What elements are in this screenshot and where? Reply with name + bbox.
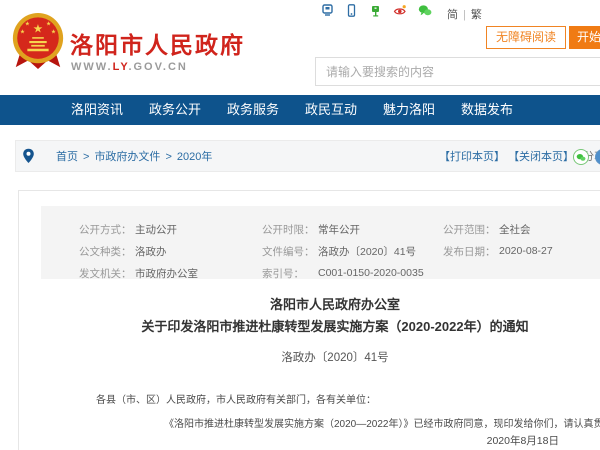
site-url: WWW.LY.GOV.CN — [71, 61, 188, 73]
svg-text:★: ★ — [20, 28, 25, 35]
close-page-button[interactable]: 【关闭本页】 — [508, 151, 574, 163]
site-url-gov: .GOV.CN — [128, 61, 188, 73]
meta-value: 常年公开 — [318, 223, 360, 236]
document-number: 洛政办〔2020〕41号 — [281, 352, 389, 364]
lang-divider: | — [463, 9, 467, 21]
nav-item-charming-luoyang[interactable]: 魅力洛阳 — [370, 95, 448, 125]
meta-label: 公开方式： — [79, 223, 132, 236]
breadcrumb-doc-folder[interactable]: 市政府办文件 — [94, 151, 160, 163]
lang-simplified[interactable]: 简 — [447, 9, 459, 21]
meta-publish-date: 发布日期： 2020-08-27 — [443, 240, 600, 262]
meta-value: 2020-08-27 — [499, 245, 553, 257]
meta-label: 发文机关： — [79, 267, 132, 280]
nav-item-luoyang-news[interactable]: 洛阳资讯 — [58, 95, 136, 125]
meta-issuing-agency: 发文机关： 市政府办公室 — [79, 262, 262, 284]
breadcrumb-separator: > — [165, 151, 172, 163]
print-page-button[interactable]: 【打印本页】 — [439, 151, 505, 163]
meta-label: 公文种类： — [79, 245, 132, 258]
site-url-ly: LY — [112, 61, 129, 73]
client-icon[interactable] — [321, 4, 334, 17]
meta-value: 洛政办 — [135, 245, 167, 258]
national-emblem-logo: ★ ★ ★ ★ ★ — [9, 11, 67, 71]
meta-document-number: 文件编号： 洛政办〔2020〕41号 — [262, 240, 443, 262]
svg-text:★: ★ — [33, 22, 43, 35]
nav-item-interaction[interactable]: 政民互动 — [292, 95, 370, 125]
meta-value: C001-0150-2020-0035 — [318, 267, 424, 279]
search-input[interactable] — [315, 57, 600, 86]
meta-label: 公开范围： — [443, 223, 496, 236]
meta-value: 洛政办〔2020〕41号 — [318, 245, 417, 258]
wechat-share-icon[interactable] — [573, 149, 589, 165]
svg-text:★: ★ — [51, 28, 56, 35]
meta-label: 文件编号： — [262, 245, 315, 258]
site-url-www: WWW. — [71, 61, 113, 73]
mailbox-icon[interactable] — [369, 4, 382, 17]
meta-index-number: 索引号： C001-0150-2020-0035 — [262, 262, 443, 284]
document-meta-table: 公开方式： 主动公开 公开时限： 常年公开 公开范围： 全社会 公文种类： 洛政办 文件… — [41, 206, 600, 280]
wechat-icon[interactable] — [418, 4, 432, 17]
breadcrumb-home[interactable]: 首页 — [56, 151, 78, 163]
location-pin-icon — [22, 148, 35, 169]
meta-value: 市政府办公室 — [135, 267, 198, 280]
main-nav: 洛阳资讯 政务公开 政务服务 政民互动 魅力洛阳 数据发布 — [0, 95, 600, 125]
meta-empty-cell — [443, 262, 600, 284]
start-reading-button[interactable]: 开始阅读 — [569, 26, 600, 49]
document-title: 关于印发洛阳市推进杜康转型发展实施方案（2020-2022年）的通知 — [141, 319, 529, 334]
meta-value: 主动公开 — [135, 223, 177, 236]
svg-text:★: ★ — [46, 21, 51, 28]
language-switch: 简 | 繁 — [447, 6, 483, 22]
meta-disclosure-method: 公开方式： 主动公开 — [79, 218, 262, 240]
weibo-icon[interactable] — [393, 4, 407, 17]
breadcrumb-bar: 首页>市政府办文件>2020年 【打印本页】 【关闭本页】 分享： — [15, 140, 600, 172]
site-title: 洛阳市人民政府 — [70, 32, 245, 58]
lang-traditional[interactable]: 繁 — [471, 9, 483, 21]
document-date: 2020年8月18日 — [486, 435, 559, 447]
accessibility-reading-button[interactable]: 无障碍阅读 — [486, 26, 566, 49]
meta-label: 公开时限： — [262, 223, 315, 236]
breadcrumb-separator: > — [83, 151, 90, 163]
nav-item-data-release[interactable]: 数据发布 — [448, 95, 526, 125]
meta-document-type: 公文种类： 洛政办 — [79, 240, 262, 262]
mobile-icon[interactable] — [345, 4, 358, 17]
nav-item-gov-services[interactable]: 政务服务 — [214, 95, 292, 125]
nav-item-gov-disclosure[interactable]: 政务公开 — [136, 95, 214, 125]
svg-text:★: ★ — [25, 21, 30, 28]
topbar-icon-strip — [321, 4, 432, 17]
page: 简 | 繁 ★ ★ ★ ★ ★ 洛阳市人民政府 WWW.LY.GOV.CN 无障碍阅… — [0, 0, 600, 450]
document-org-title: 洛阳市人民政府办公室 — [269, 297, 400, 312]
breadcrumb-year[interactable]: 2020年 — [177, 151, 212, 163]
meta-label: 索引号： — [262, 267, 304, 280]
meta-disclosure-period: 公开时限： 常年公开 — [262, 218, 443, 240]
document-salutation: 各县（市、区）人民政府，市人民政府有关部门，各有关单位： — [96, 395, 376, 406]
meta-disclosure-scope: 公开范围： 全社会 — [443, 218, 600, 240]
document-paragraph: 《洛阳市推进杜康转型发展实施方案（2020—2022年）》已经市政府同意，现印发… — [164, 419, 600, 430]
meta-value: 全社会 — [499, 223, 531, 236]
document-card: 公开方式： 主动公开 公开时限： 常年公开 公开范围： 全社会 公文种类： 洛政办 文件… — [18, 190, 600, 450]
breadcrumb: 首页 > 市政府办文件 >2020年 — [56, 141, 212, 173]
meta-label: 发布日期： — [443, 245, 496, 258]
